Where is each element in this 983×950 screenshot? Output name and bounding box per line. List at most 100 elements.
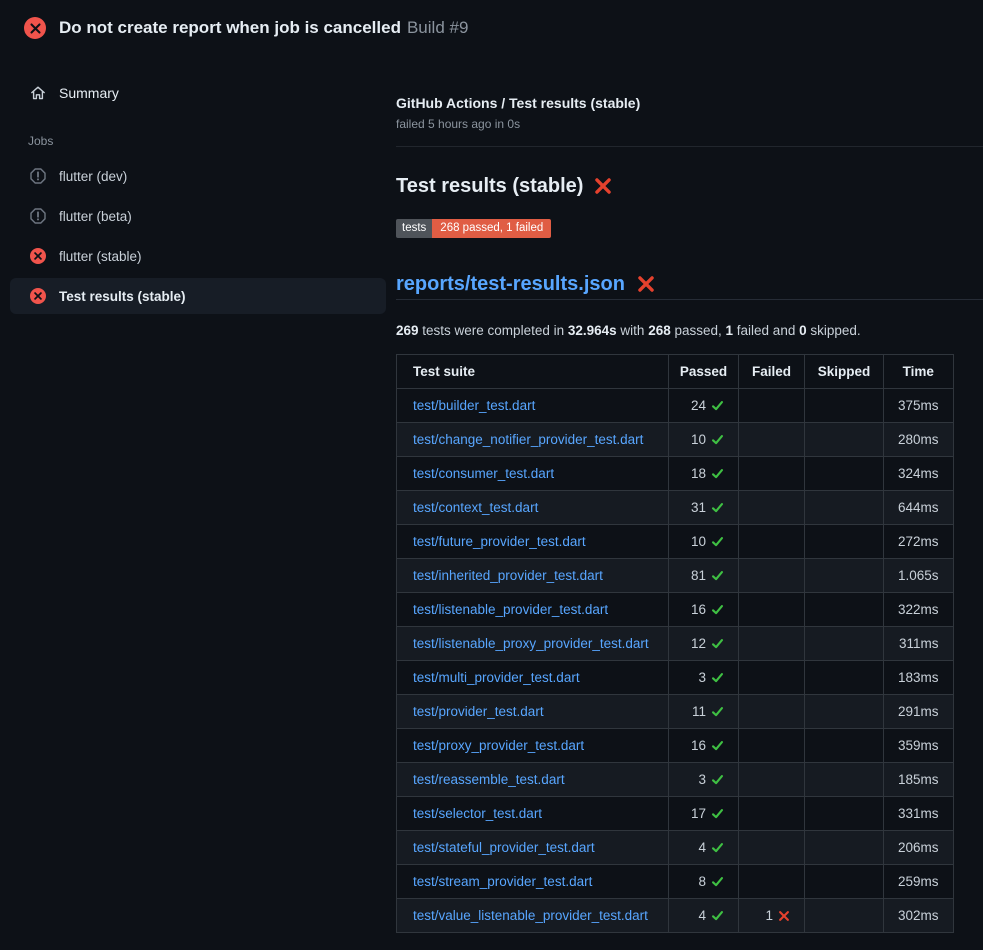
failed-x-icon xyxy=(637,275,655,293)
test-suite-link[interactable]: test/context_test.dart xyxy=(413,500,538,515)
passed-value: 17 xyxy=(691,806,706,821)
suite-cell: test/value_listenable_provider_test.dart xyxy=(397,899,669,933)
suite-cell: test/stream_provider_test.dart xyxy=(397,865,669,899)
suite-cell: test/stateful_provider_test.dart xyxy=(397,831,669,865)
time-cell: 302ms xyxy=(884,899,954,933)
test-suite-link[interactable]: test/selector_test.dart xyxy=(413,806,542,821)
section-title: Test results (stable) xyxy=(396,173,983,199)
table-row: test/builder_test.dart24375ms xyxy=(397,389,954,423)
skipped-cell xyxy=(805,491,884,525)
job-label: flutter (dev) xyxy=(59,169,127,184)
test-suite-link[interactable]: test/proxy_provider_test.dart xyxy=(413,738,584,753)
home-icon xyxy=(30,85,46,101)
test-suite-link[interactable]: test/stream_provider_test.dart xyxy=(413,874,592,889)
sidebar-job-item[interactable]: Test results (stable) xyxy=(10,278,386,314)
failed-cell xyxy=(739,389,805,423)
suite-cell: test/provider_test.dart xyxy=(397,695,669,729)
table-row: test/context_test.dart31644ms xyxy=(397,491,954,525)
failed-cell xyxy=(739,525,805,559)
table-row: test/reassemble_test.dart 3 185ms xyxy=(397,763,954,797)
passed-value: 3 xyxy=(698,670,706,685)
test-suite-link[interactable]: test/builder_test.dart xyxy=(413,398,535,413)
failed-cell: 1 xyxy=(739,899,805,933)
test-suite-link[interactable]: test/stateful_provider_test.dart xyxy=(413,840,595,855)
test-suite-link[interactable]: test/change_notifier_provider_test.dart xyxy=(413,432,643,447)
summary-text: failed and xyxy=(733,323,799,338)
skipped-cell xyxy=(805,627,884,661)
failed-count: 1 xyxy=(726,323,734,338)
skipped-count: 0 xyxy=(799,323,807,338)
failed-cell xyxy=(739,423,805,457)
sidebar-item-summary[interactable]: Summary xyxy=(0,77,396,109)
summary-text: with xyxy=(617,323,649,338)
stop-octagon-icon xyxy=(30,168,46,184)
failed-value: 1 xyxy=(765,908,773,923)
suite-cell: test/builder_test.dart xyxy=(397,389,669,423)
passed-value: 10 xyxy=(691,432,706,447)
skipped-cell xyxy=(805,423,884,457)
test-suite-link[interactable]: test/consumer_test.dart xyxy=(413,466,554,481)
test-suite-link[interactable]: test/future_provider_test.dart xyxy=(413,534,586,549)
summary-text: skipped. xyxy=(807,323,861,338)
passed-value: 8 xyxy=(698,874,706,889)
passed-cell: 10 xyxy=(669,423,739,457)
passed-value: 16 xyxy=(691,602,706,617)
report-title[interactable]: reports/test-results.json xyxy=(396,272,983,296)
test-suite-link[interactable]: test/listenable_provider_test.dart xyxy=(413,602,608,617)
table-header-row: Test suitePassedFailedSkippedTime xyxy=(397,355,954,389)
test-suite-link[interactable]: test/value_listenable_provider_test.dart xyxy=(413,908,648,923)
breadcrumb: GitHub Actions / Test results (stable) xyxy=(396,94,983,112)
test-suite-link[interactable]: test/listenable_proxy_provider_test.dart xyxy=(413,636,649,651)
sidebar-job-item[interactable]: flutter (beta) xyxy=(10,198,386,234)
test-suite-link[interactable]: test/multi_provider_test.dart xyxy=(413,670,580,685)
test-suite-link[interactable]: test/reassemble_test.dart xyxy=(413,772,565,787)
time-cell: 311ms xyxy=(884,627,954,661)
failed-cell xyxy=(739,865,805,899)
check-icon xyxy=(711,433,724,446)
skipped-cell xyxy=(805,661,884,695)
passed-cell: 8 xyxy=(669,865,739,899)
test-results-table: Test suitePassedFailedSkippedTime test/b… xyxy=(396,354,954,933)
time-cell: 324ms xyxy=(884,457,954,491)
passed-cell: 16 xyxy=(669,593,739,627)
passed-value: 31 xyxy=(691,500,706,515)
test-suite-link[interactable]: test/inherited_provider_test.dart xyxy=(413,568,603,583)
x-circle-icon xyxy=(30,288,46,304)
suite-cell: test/listenable_provider_test.dart xyxy=(397,593,669,627)
check-icon xyxy=(711,773,724,786)
table-row: test/future_provider_test.dart10272ms xyxy=(397,525,954,559)
time-cell: 272ms xyxy=(884,525,954,559)
time-cell: 280ms xyxy=(884,423,954,457)
passed-value: 3 xyxy=(698,772,706,787)
job-label: flutter (stable) xyxy=(59,249,142,264)
failed-cell xyxy=(739,729,805,763)
time-cell: 185ms xyxy=(884,763,954,797)
table-row: test/provider_test.dart11291ms xyxy=(397,695,954,729)
table-row: test/consumer_test.dart18324ms xyxy=(397,457,954,491)
column-header: Time xyxy=(884,355,954,389)
total-tests: 269 xyxy=(396,323,419,338)
summary-line: 269 tests were completed in 32.964s with… xyxy=(396,321,983,341)
passed-value: 4 xyxy=(698,840,706,855)
sidebar-job-item[interactable]: flutter (dev) xyxy=(10,158,386,194)
check-icon xyxy=(711,909,724,922)
passed-value: 4 xyxy=(698,908,706,923)
section-title-text: Test results (stable) xyxy=(396,173,583,199)
time-cell: 291ms xyxy=(884,695,954,729)
failed-cell xyxy=(739,627,805,661)
failed-cell xyxy=(739,797,805,831)
suite-cell: test/reassemble_test.dart xyxy=(397,763,669,797)
test-suite-link[interactable]: test/provider_test.dart xyxy=(413,704,544,719)
table-row: test/multi_provider_test.dart3183ms xyxy=(397,661,954,695)
sidebar-job-item[interactable]: flutter (stable) xyxy=(10,238,386,274)
x-circle-icon xyxy=(30,248,46,264)
skipped-cell xyxy=(805,457,884,491)
skipped-cell xyxy=(805,695,884,729)
table-row: test/value_listenable_provider_test.dart… xyxy=(397,899,954,933)
column-header: Passed xyxy=(669,355,739,389)
failed-cell xyxy=(739,491,805,525)
suite-cell: test/multi_provider_test.dart xyxy=(397,661,669,695)
passed-cell: 17 xyxy=(669,797,739,831)
check-icon xyxy=(711,399,724,412)
passed-cell: 24 xyxy=(669,389,739,423)
